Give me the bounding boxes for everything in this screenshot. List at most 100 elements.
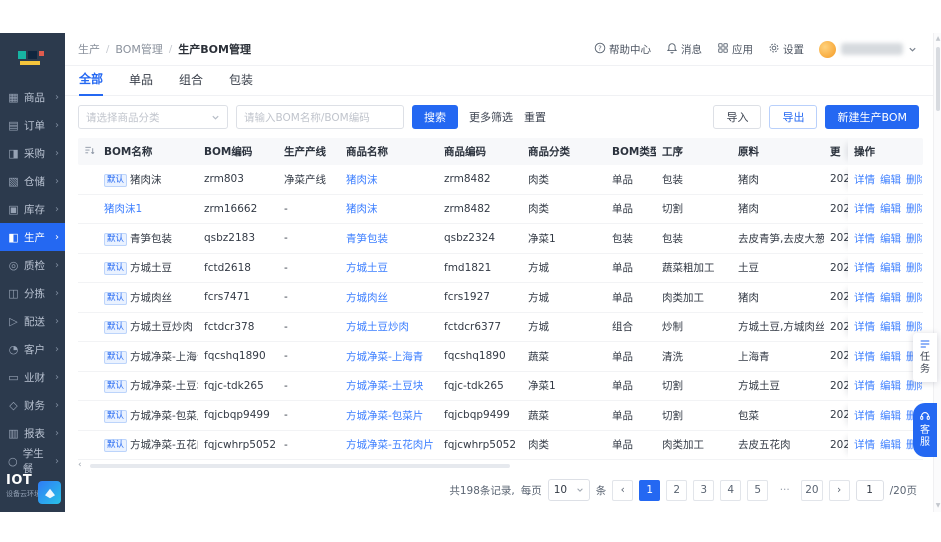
edit-link[interactable]: 编辑: [880, 437, 901, 452]
import-button[interactable]: 导入: [713, 105, 761, 129]
tab-0[interactable]: 全部: [79, 70, 103, 96]
cell-product-name[interactable]: 方城净菜-上海青: [340, 349, 438, 364]
cell-product-name[interactable]: 方城肉丝: [340, 290, 438, 305]
delete-link[interactable]: 删除: [906, 231, 922, 246]
detail-link[interactable]: 详情: [854, 290, 875, 305]
page-button-5[interactable]: 5: [747, 480, 768, 501]
cell-product-name[interactable]: 猪肉沫: [340, 172, 438, 187]
cell-updated: 202: [824, 350, 848, 362]
delete-link[interactable]: 删除: [906, 172, 922, 187]
help-center-button[interactable]: ?帮助中心: [594, 42, 651, 57]
page-jump-input[interactable]: 1: [856, 480, 884, 501]
more-filters-link[interactable]: 更多筛选: [469, 109, 513, 125]
edit-link[interactable]: 编辑: [880, 349, 901, 364]
sidebar-item-reports[interactable]: ▥报表›: [0, 419, 65, 447]
horizontal-scrollbar-thumb[interactable]: [90, 464, 510, 468]
horizontal-scrollbar[interactable]: ‹: [78, 461, 923, 470]
cell-product-name[interactable]: 方城土豆: [340, 260, 438, 275]
table-row: 猪肉沫1zrm16662-猪肉沫zrm8482肉类单品切割猪肉202详情编辑删除: [78, 195, 923, 225]
cell-product-name[interactable]: 猪肉沫: [340, 201, 438, 216]
sidebar-item-products[interactable]: ▦商品›: [0, 83, 65, 111]
export-button[interactable]: 导出: [769, 105, 817, 129]
cell-product-name[interactable]: 方城净菜-包菜片: [340, 408, 438, 423]
edit-link[interactable]: 编辑: [880, 260, 901, 275]
detail-link[interactable]: 详情: [854, 260, 875, 275]
sidebar-item-quality[interactable]: ◎质检›: [0, 251, 65, 279]
edit-link[interactable]: 编辑: [880, 172, 901, 187]
sort-filter-icon[interactable]: [78, 145, 98, 159]
cell-product-name[interactable]: 方城净菜-土豆块: [340, 378, 438, 393]
sidebar-item-warehouse[interactable]: ▧仓储›: [0, 167, 65, 195]
scroll-down-icon[interactable]: ▼: [935, 503, 941, 509]
page-button-20[interactable]: 20: [801, 480, 822, 501]
sidebar-item-customers[interactable]: ◔客户›: [0, 335, 65, 363]
breadcrumb-item[interactable]: BOM管理: [115, 41, 163, 57]
cell-product-name[interactable]: 青笋包装: [340, 231, 438, 246]
sidebar-item-delivery[interactable]: ▷配送›: [0, 307, 65, 335]
delete-link[interactable]: 删除: [906, 290, 922, 305]
user-menu[interactable]: [819, 41, 917, 58]
tab-2[interactable]: 组合: [179, 71, 203, 95]
sidebar-item-inventory[interactable]: ▣库存›: [0, 195, 65, 223]
edit-link[interactable]: 编辑: [880, 408, 901, 423]
scroll-up-icon[interactable]: ▲: [935, 36, 941, 42]
customer-service-button[interactable]: 客服: [913, 403, 937, 457]
edit-link[interactable]: 编辑: [880, 319, 901, 334]
category-select[interactable]: 请选择商品分类: [78, 105, 228, 129]
detail-link[interactable]: 详情: [854, 408, 875, 423]
top-action-button[interactable]: 设置: [768, 42, 804, 57]
keyword-input[interactable]: 请输入BOM名称/BOM编码: [236, 105, 404, 129]
task-panel-button[interactable]: 任务: [913, 333, 937, 382]
edit-link[interactable]: 编辑: [880, 290, 901, 305]
edit-link[interactable]: 编辑: [880, 201, 901, 216]
page-button-2[interactable]: 2: [666, 480, 687, 501]
reset-link[interactable]: 重置: [524, 109, 546, 125]
detail-link[interactable]: 详情: [854, 172, 875, 187]
top-action-button[interactable]: 消息: [666, 42, 702, 57]
cell-product-name[interactable]: 方城净菜-五花肉片: [340, 437, 438, 452]
page-button-3[interactable]: 3: [693, 480, 714, 501]
cell-actions: 详情编辑删除: [848, 431, 922, 460]
cell-process: 切割: [656, 201, 732, 216]
sidebar-item-orders[interactable]: ▤订单›: [0, 111, 65, 139]
tab-1[interactable]: 单品: [129, 71, 153, 95]
sidebar-item-label: 生产: [24, 230, 45, 245]
detail-link[interactable]: 详情: [854, 378, 875, 393]
detail-link[interactable]: 详情: [854, 201, 875, 216]
username-blurred: [841, 43, 903, 55]
delete-link[interactable]: 删除: [906, 201, 922, 216]
page-size-select[interactable]: 10: [548, 479, 590, 501]
cell-bom-name[interactable]: 猪肉沫1: [98, 201, 198, 216]
tab-3[interactable]: 包装: [229, 71, 253, 95]
detail-link[interactable]: 详情: [854, 437, 875, 452]
scroll-left-icon[interactable]: ‹: [78, 461, 82, 470]
search-button[interactable]: 搜索: [412, 105, 458, 129]
detail-link[interactable]: 详情: [854, 319, 875, 334]
sidebar-item-finance[interactable]: ◇财务›: [0, 391, 65, 419]
sidebar-item-production[interactable]: ◧生产›: [0, 223, 65, 251]
edit-link[interactable]: 编辑: [880, 231, 901, 246]
detail-link[interactable]: 详情: [854, 231, 875, 246]
sidebar-item-business[interactable]: ▭业财›: [0, 363, 65, 391]
next-page-button[interactable]: ›: [829, 480, 850, 501]
breadcrumb-separator: /: [169, 44, 172, 55]
delete-link[interactable]: 删除: [906, 260, 922, 275]
edit-link[interactable]: 编辑: [880, 378, 901, 393]
sidebar-item-purchase[interactable]: ◨采购›: [0, 139, 65, 167]
cell-bom-code: fqjcbqp9499: [198, 409, 278, 421]
table-row: 默认方城净菜-五花肉片fqjcwhrp5052-方城净菜-五花肉片fqjcwhr…: [78, 431, 923, 461]
cell-product-name[interactable]: 方城土豆炒肉: [340, 319, 438, 334]
prev-page-button[interactable]: ‹: [612, 480, 633, 501]
business-icon: ▭: [7, 371, 20, 384]
top-action-button[interactable]: 应用: [717, 42, 753, 57]
cell-category: 肉类: [522, 437, 606, 452]
sidebar-item-sorting[interactable]: ◫分拣›: [0, 279, 65, 307]
page-button-1[interactable]: 1: [639, 480, 660, 501]
delete-link[interactable]: 删除: [906, 319, 922, 334]
breadcrumb-item[interactable]: 生产: [78, 41, 100, 57]
create-bom-button[interactable]: 新建生产BOM: [825, 105, 919, 129]
page-button-4[interactable]: 4: [720, 480, 741, 501]
detail-link[interactable]: 详情: [854, 349, 875, 364]
table-row: 默认猪肉沫zrm803净菜产线猪肉沫zrm8482肉类单品包装猪肉202详情编辑…: [78, 165, 923, 195]
vertical-scrollbar-thumb[interactable]: [936, 47, 940, 111]
